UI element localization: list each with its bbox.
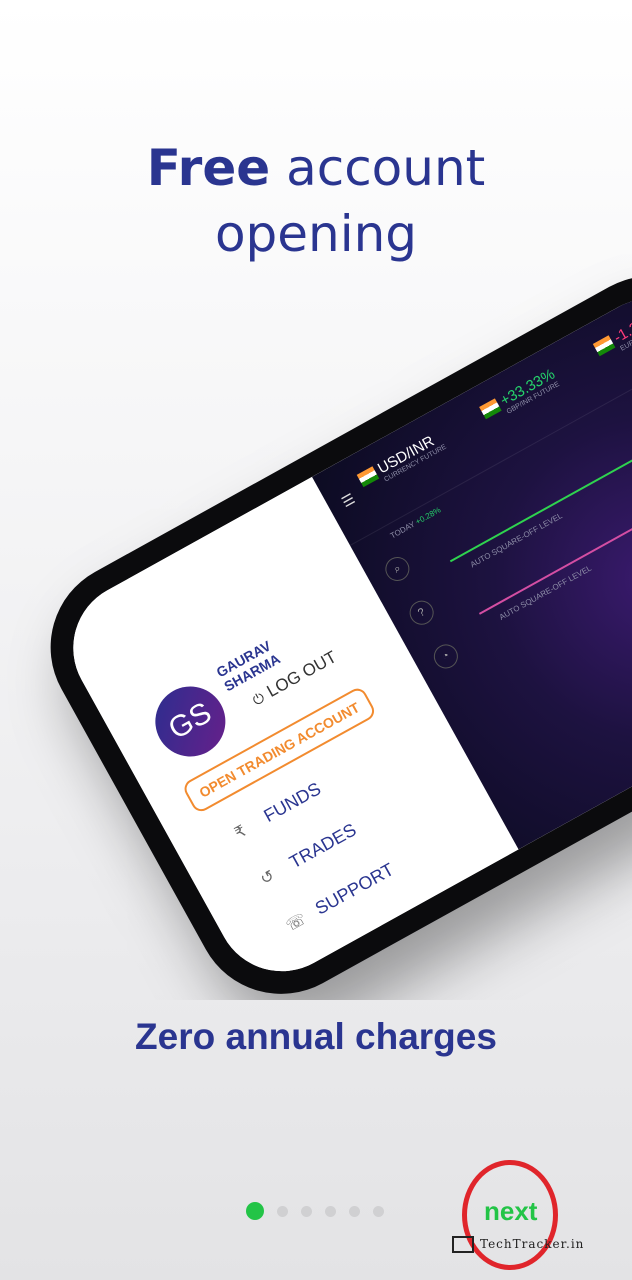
logout-icon: ⏻ [249, 688, 268, 709]
pair-eurinr: -1.26%EUR/INR FUTURE [592, 303, 632, 363]
today-text: TODAY [388, 519, 417, 541]
flag-icon [592, 335, 616, 357]
next-button[interactable]: next [484, 1196, 537, 1227]
pair-usdinr: USD/INR CURRENCY FUTURE [356, 429, 448, 495]
phone-screen: GS GAURAV SHARMA ⏻LOG OUT OPEN TRADING A… [49, 275, 632, 995]
page-dot[interactable] [373, 1205, 384, 1217]
page-dot[interactable] [277, 1205, 288, 1217]
tagline: Zero annual charges [135, 1016, 497, 1057]
history-icon: ↺ [257, 867, 278, 889]
phone-illustration: GS GAURAV SHARMA ⏻LOG OUT OPEN TRADING A… [0, 0, 632, 1000]
chart-icon: ◔ [429, 640, 463, 673]
menu-item-label: SETTINGS [337, 903, 426, 966]
rupee-icon: ₹ [232, 822, 250, 843]
pair-gbpinr: +33.33% GBP/INR FUTURE [478, 366, 561, 427]
monitor-icon [452, 1236, 474, 1253]
gear-icon: ⚙ [309, 959, 330, 982]
watermark: TechTracker.in [452, 1236, 584, 1253]
page-dot[interactable] [325, 1205, 336, 1217]
level-label: AUTO SQUARE-OFF LEVEL [497, 563, 593, 622]
phone-frame: GS GAURAV SHARMA ⏻LOG OUT OPEN TRADING A… [19, 245, 632, 1000]
menu-item-label: FUNDS [260, 778, 325, 826]
menu-item-label: SUPPORT [311, 859, 398, 919]
help-icon: ? [405, 596, 438, 630]
today-value: +0.28% [413, 505, 443, 527]
menu-item-label: TRADES [286, 819, 360, 873]
page-dot[interactable] [301, 1205, 312, 1217]
avatar: GS [142, 673, 238, 770]
flag-icon [356, 466, 380, 488]
search-icon: ⌕ [381, 552, 414, 586]
page-dot-active[interactable] [246, 1202, 264, 1220]
page-indicator [246, 1202, 397, 1220]
trading-header: ☰ USD/INR CURRENCY FUTURE +33.33% GBP/INR … [312, 275, 632, 546]
watermark-text: TechTracker.in [480, 1237, 585, 1251]
menu-item-trades: ↺ TRADES [256, 819, 360, 889]
page-dot[interactable] [349, 1205, 360, 1217]
hamburger-icon: ☰ [338, 490, 358, 511]
level-label: AUTO SQUARE-OFF LEVEL [468, 511, 564, 570]
flag-icon [479, 398, 502, 420]
chat-icon: ☏ [283, 910, 310, 936]
